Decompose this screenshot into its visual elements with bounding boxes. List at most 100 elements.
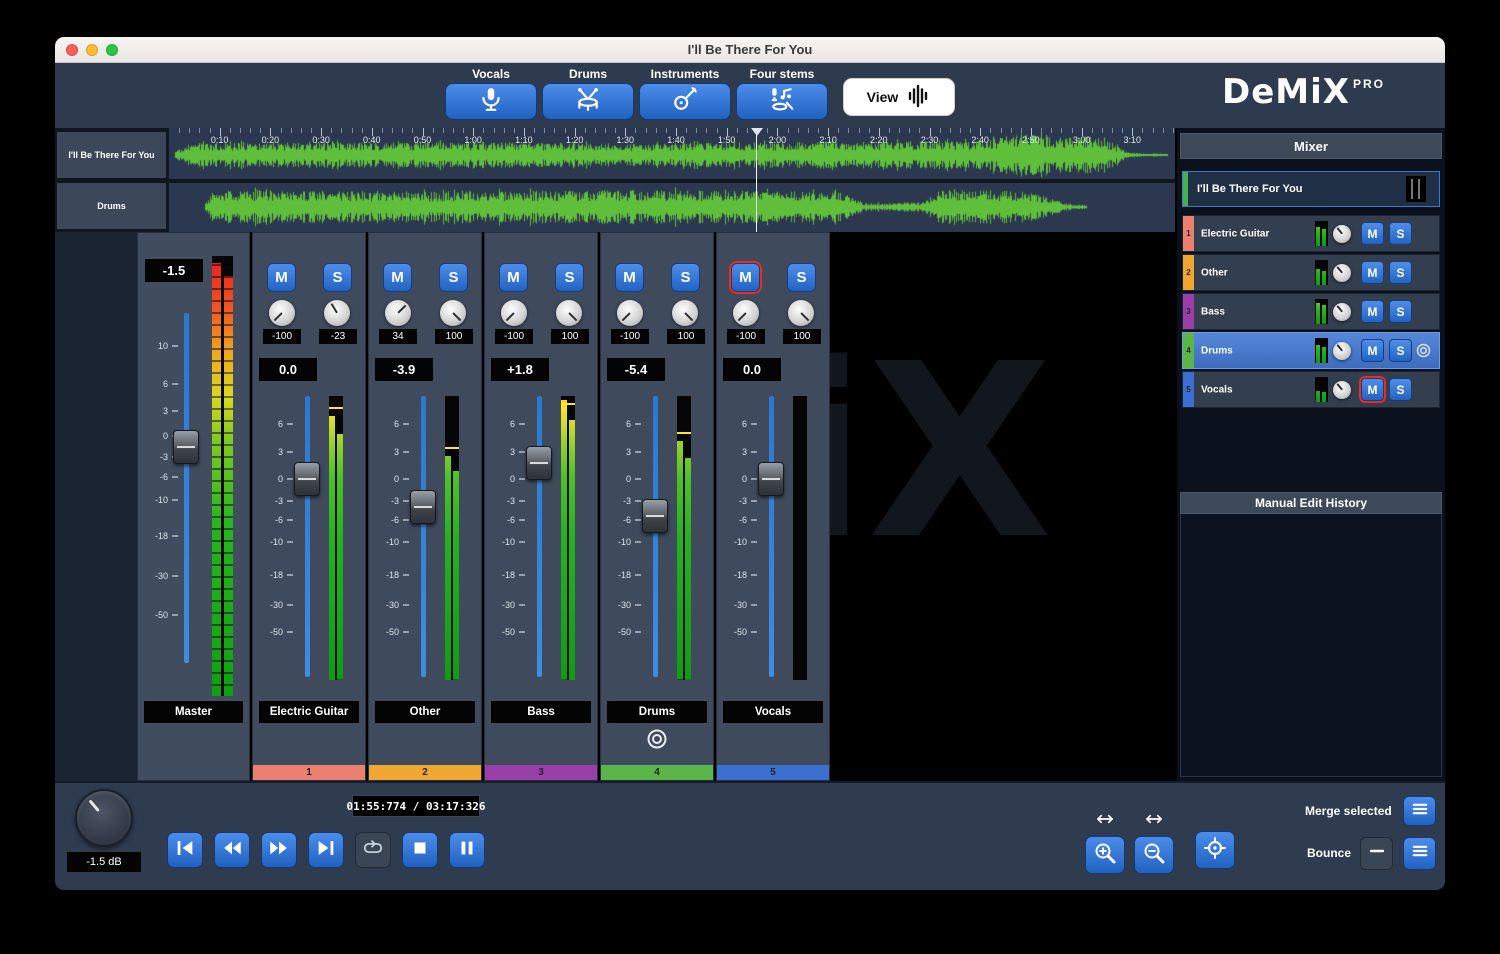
pan-knob-left[interactable] [269,300,295,326]
fader-track[interactable] [421,396,426,677]
fullscreen-button[interactable] [106,44,118,56]
mixer-row-other[interactable]: 2OtherMS [1182,254,1440,291]
mute-button[interactable]: M [615,263,644,292]
playhead[interactable] [756,128,757,232]
gain-readout[interactable]: -5.4 [607,358,665,381]
mini-meter [1315,299,1328,324]
zoom-out-button[interactable] [1134,836,1174,874]
pan-knob-right[interactable] [440,300,466,326]
pan-knob-right[interactable] [672,300,698,326]
zoom-in-button[interactable] [1085,836,1125,874]
skip-to-start-button[interactable] [167,832,203,868]
pan-knob[interactable] [1333,225,1351,243]
mixer-row-drums[interactable]: 4DrumsMS [1182,332,1440,369]
gain-readout[interactable]: -3.9 [375,358,433,381]
channel-number: 2 [1183,255,1194,290]
pan-value-right: 100 [783,329,821,344]
mute-button[interactable]: M [1361,261,1384,284]
solo-button[interactable]: S [1389,378,1412,401]
gain-readout[interactable]: 0.0 [259,358,317,381]
merge-menu-button[interactable] [1403,796,1436,826]
pan-knob-right[interactable] [556,300,582,326]
skip-to-end-button[interactable] [308,832,344,868]
pan-knob-left[interactable] [617,300,643,326]
gain-readout[interactable]: 0.0 [723,358,781,381]
view-button[interactable]: View [843,78,955,116]
track-label-drums[interactable]: Drums [57,183,166,229]
master-fader-track[interactable] [184,313,189,663]
solo-button[interactable]: S [1389,339,1412,362]
pan-knob-right[interactable] [788,300,814,326]
solo-button[interactable]: S [439,263,468,292]
fader-handle[interactable] [294,462,320,496]
mute-button[interactable]: M [1361,300,1384,323]
mixer-row-bass[interactable]: 3BassMS [1182,293,1440,330]
mixer-row-vocals[interactable]: 5VocalsMS [1182,371,1440,408]
pan-knob-left[interactable] [501,300,527,326]
merge-selected-label: Merge selected [1305,804,1392,818]
fader-section: 630-3-6-10-18-30-50 [253,391,365,691]
locate-playhead-button[interactable] [1195,831,1235,869]
pan-knob-right[interactable] [324,300,350,326]
waveform-area[interactable]: 0:100:200:300:400:501:001:101:201:301:40… [168,128,1175,232]
pan-knob-left[interactable] [733,300,759,326]
fader-track[interactable] [653,396,658,677]
fader-track[interactable] [537,396,542,677]
stem-button-instruments[interactable] [639,83,731,120]
solo-button[interactable]: S [671,263,700,292]
loop-button[interactable] [355,832,391,868]
record-target[interactable] [1415,342,1432,364]
mute-button[interactable]: M [1361,378,1384,401]
fader-handle[interactable] [526,446,552,480]
gain-readout[interactable]: +1.8 [491,358,549,381]
master-gain-readout[interactable]: -1.5 [145,259,203,282]
close-button[interactable] [66,44,78,56]
fader-handle[interactable] [410,490,436,524]
fader-track[interactable] [305,396,310,677]
mute-button[interactable]: M [731,263,760,292]
stop-button[interactable] [402,832,438,868]
pan-knob[interactable] [1333,303,1351,321]
mute-button[interactable]: M [499,263,528,292]
playhead-marker[interactable] [751,128,763,136]
stem-button-drums[interactable] [542,83,634,120]
mute-button[interactable]: M [383,263,412,292]
channel-strip-other: MS34100-3.9630-3-6-10-18-30-50Other2 [368,232,482,781]
master-fader-handle[interactable] [173,430,199,464]
master-volume-knob[interactable] [75,789,133,847]
record-target-icon [645,727,669,751]
track-label-song[interactable]: I'll Be There For You [57,132,166,178]
channel-name: Vocals [1201,384,1233,395]
rewind-button[interactable] [214,832,250,868]
bounce-menu-button[interactable] [1403,837,1436,870]
fader-section: 630-3-6-10-18-30-50 [717,391,829,691]
solo-button[interactable]: S [787,263,816,292]
fader-track[interactable] [769,396,774,677]
pan-knob[interactable] [1333,264,1351,282]
mute-button[interactable]: M [1361,339,1384,362]
song-row[interactable]: I'll Be There For You [1182,171,1440,207]
mute-button[interactable]: M [1361,222,1384,245]
record-target[interactable] [645,727,669,756]
stem-button-vocals[interactable] [445,83,537,120]
pan-knob-left[interactable] [385,300,411,326]
pause-button[interactable] [449,832,485,868]
solo-button[interactable]: S [1389,300,1412,323]
mixer-row-electric-guitar[interactable]: 1Electric GuitarMS [1182,215,1440,252]
solo-button[interactable]: S [555,263,584,292]
fast-forward-button[interactable] [261,832,297,868]
fader-handle[interactable] [758,462,784,496]
solo-button[interactable]: S [1389,261,1412,284]
bounce-remove-button[interactable] [1360,837,1393,870]
fader-handle[interactable] [642,499,668,533]
track-label-column: I'll Be There For You Drums [55,128,168,232]
pan-knob[interactable] [1333,342,1351,360]
zoom-out-icon [1142,841,1166,865]
mute-button[interactable]: M [267,263,296,292]
solo-button[interactable]: S [1389,222,1412,245]
solo-button[interactable]: S [323,263,352,292]
minimize-button[interactable] [86,44,98,56]
pan-knob[interactable] [1333,381,1351,399]
stem-button-four-stems[interactable] [736,83,828,120]
channel-name-label: Bass [491,701,591,723]
